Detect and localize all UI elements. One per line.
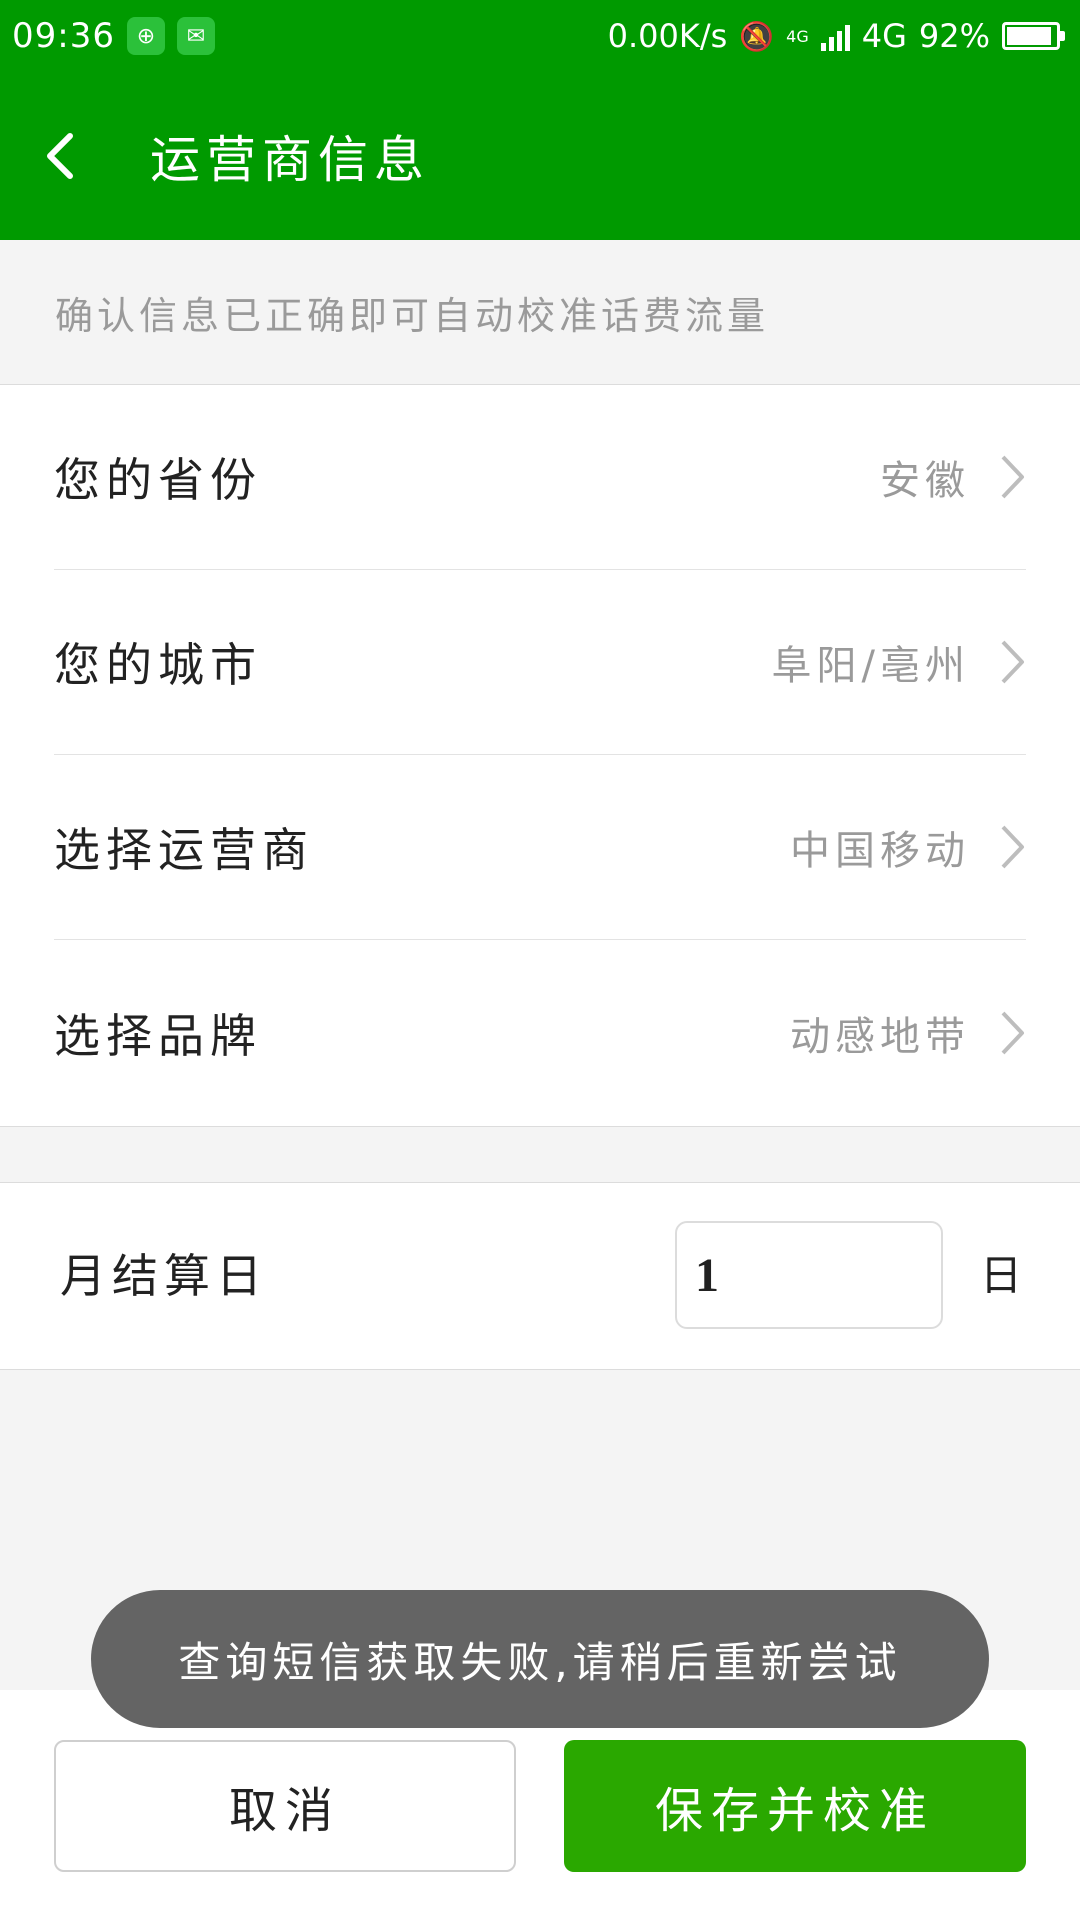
row-value: 安徽 [880, 458, 970, 504]
network-small-label: 4G [786, 26, 809, 46]
setting-row-carrier[interactable]: 选择运营商 中国移动 [54, 755, 1026, 940]
app-root: 09:36 ⊕ ✉ 0.00K/s 🔕 4G 4G 92% 运营商信息 确认信息 [0, 0, 1080, 1920]
row-value: 阜阳/亳州 [771, 643, 970, 689]
back-button[interactable] [0, 72, 120, 240]
row-label: 您的城市 [54, 638, 262, 692]
network-type: 4G [861, 17, 907, 55]
battery-fill [1007, 27, 1052, 45]
billing-day-unit: 日 [980, 1251, 1023, 1300]
row-label: 选择运营商 [54, 823, 314, 877]
billing-day-row: 月结算日 日 [0, 1182, 1080, 1370]
chevron-right-icon [998, 636, 1026, 688]
row-value: 中国移动 [790, 828, 970, 874]
row-label: 选择品牌 [54, 1008, 262, 1063]
chevron-right-icon [998, 1007, 1026, 1059]
cancel-button[interactable]: 取消 [54, 1740, 516, 1872]
chevron-right-icon [998, 821, 1026, 873]
status-time: 09:36 [12, 16, 115, 56]
signal-icon [820, 21, 850, 51]
app-bar: 运营商信息 [0, 72, 1080, 240]
hint-text: 确认信息已正确即可自动校准话费流量 [0, 240, 1080, 385]
chevron-right-icon [998, 451, 1026, 503]
mute-bell-icon: 🔕 [739, 19, 775, 53]
status-bar: 09:36 ⊕ ✉ 0.00K/s 🔕 4G 4G 92% [0, 0, 1080, 72]
setting-row-province[interactable]: 您的省份 安徽 [54, 385, 1026, 570]
status-left: 09:36 ⊕ ✉ [12, 16, 215, 56]
row-right: 安徽 [880, 448, 1026, 506]
row-value: 动感地带 [790, 1013, 970, 1060]
row-right: 动感地带 [790, 1004, 1026, 1062]
toast-message: 查询短信获取失败,请稍后重新尝试 [91, 1590, 989, 1728]
settings-list: 您的省份 安徽 您的城市 阜阳/亳州 选择运营商 中国移动 选择品牌 动感地带 [0, 385, 1080, 1127]
row-label: 您的省份 [54, 453, 262, 507]
billing-day-input[interactable] [675, 1221, 943, 1329]
setting-row-brand[interactable]: 选择品牌 动感地带 [54, 940, 1026, 1125]
add-app-icon: ⊕ [126, 17, 165, 55]
row-right: 中国移动 [790, 818, 1026, 876]
save-calibrate-button[interactable]: 保存并校准 [564, 1740, 1026, 1872]
back-arrow-icon [47, 133, 73, 179]
battery-percent: 92% [918, 17, 990, 55]
page-title: 运营商信息 [150, 131, 430, 189]
wechat-icon: ✉ [176, 17, 215, 55]
status-right: 0.00K/s 🔕 4G 4G 92% [608, 17, 1068, 55]
setting-row-city[interactable]: 您的城市 阜阳/亳州 [54, 570, 1026, 755]
row-right: 阜阳/亳州 [772, 633, 1026, 691]
billing-day-label: 月结算日 [60, 1249, 268, 1303]
battery-icon [1002, 22, 1065, 50]
net-speed: 0.00K/s [607, 17, 728, 55]
